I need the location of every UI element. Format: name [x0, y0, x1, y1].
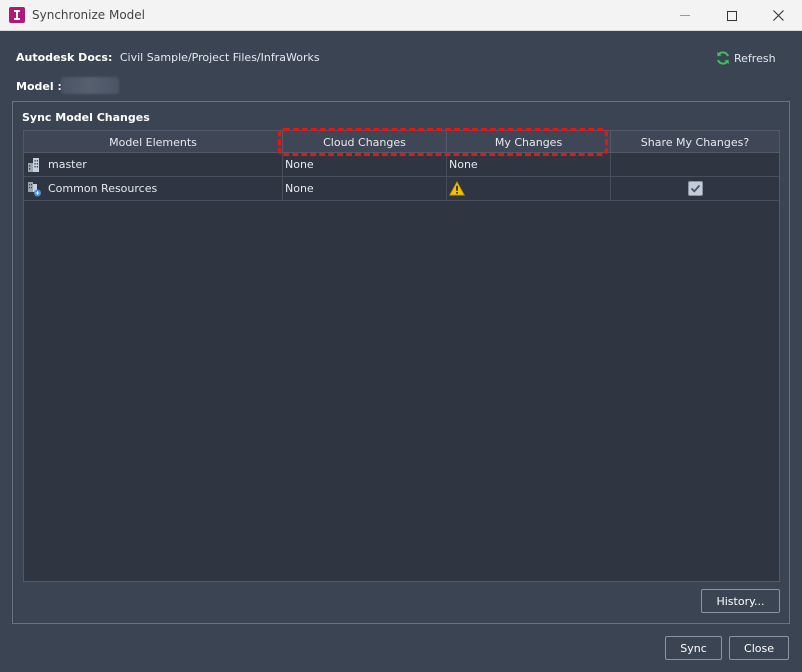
docs-label: Autodesk Docs: — [16, 51, 113, 64]
close-icon — [772, 10, 784, 21]
sync-model-changes-group: Sync Model Changes Model Elements Cloud … — [12, 101, 790, 624]
refresh-button[interactable]: Refresh — [715, 49, 776, 67]
building-icon — [28, 157, 39, 172]
share-changes-cell — [611, 177, 779, 200]
close-window-button[interactable] — [755, 0, 801, 31]
docs-path: Civil Sample/Project Files/InfraWorks — [119, 51, 320, 64]
shared-resources-icon — [28, 181, 41, 196]
maximize-button[interactable] — [709, 0, 755, 31]
column-header-my-changes[interactable]: My Changes — [447, 131, 611, 153]
changes-table: Model Elements Cloud Changes My Changes … — [23, 130, 780, 582]
warning-icon — [449, 181, 465, 196]
column-header-share-my-changes[interactable]: Share My Changes? — [611, 131, 779, 153]
model-name-redacted — [61, 77, 119, 94]
group-title: Sync Model Changes — [22, 111, 150, 124]
model-element-name: master — [48, 158, 87, 171]
history-button[interactable]: History... — [701, 589, 780, 613]
sync-button[interactable]: Sync — [665, 636, 722, 660]
model-row: Model : — [16, 77, 119, 94]
model-label: Model : — [16, 80, 62, 93]
column-header-cloud-changes[interactable]: Cloud Changes — [283, 131, 447, 153]
checkmark-icon — [690, 184, 700, 193]
model-element-cell: master — [24, 153, 283, 176]
model-element-name: Common Resources — [48, 182, 158, 195]
column-header-model-elements[interactable]: Model Elements — [24, 131, 283, 153]
infraworks-app-icon — [9, 7, 25, 23]
refresh-icon — [717, 51, 729, 65]
minimize-icon — [680, 15, 690, 16]
my-changes-cell — [447, 177, 611, 200]
table-header: Model Elements Cloud Changes My Changes … — [24, 131, 779, 153]
share-changes-cell — [611, 153, 779, 176]
title-bar: Synchronize Model — [0, 0, 802, 31]
close-button[interactable]: Close — [729, 636, 789, 660]
model-element-cell: Common Resources — [24, 177, 283, 200]
my-changes-cell: None — [447, 153, 611, 176]
maximize-icon — [727, 10, 737, 21]
table-row[interactable]: Common Resources None — [24, 177, 779, 201]
share-changes-checkbox[interactable] — [687, 181, 703, 196]
minimize-button[interactable] — [662, 0, 708, 31]
refresh-label: Refresh — [734, 51, 776, 65]
table-row[interactable]: master None None — [24, 153, 779, 177]
docs-path-row: Autodesk Docs: Civil Sample/Project File… — [16, 51, 320, 64]
cloud-changes-cell: None — [283, 177, 447, 200]
window-title: Synchronize Model — [32, 8, 146, 22]
cloud-changes-cell: None — [283, 153, 447, 176]
